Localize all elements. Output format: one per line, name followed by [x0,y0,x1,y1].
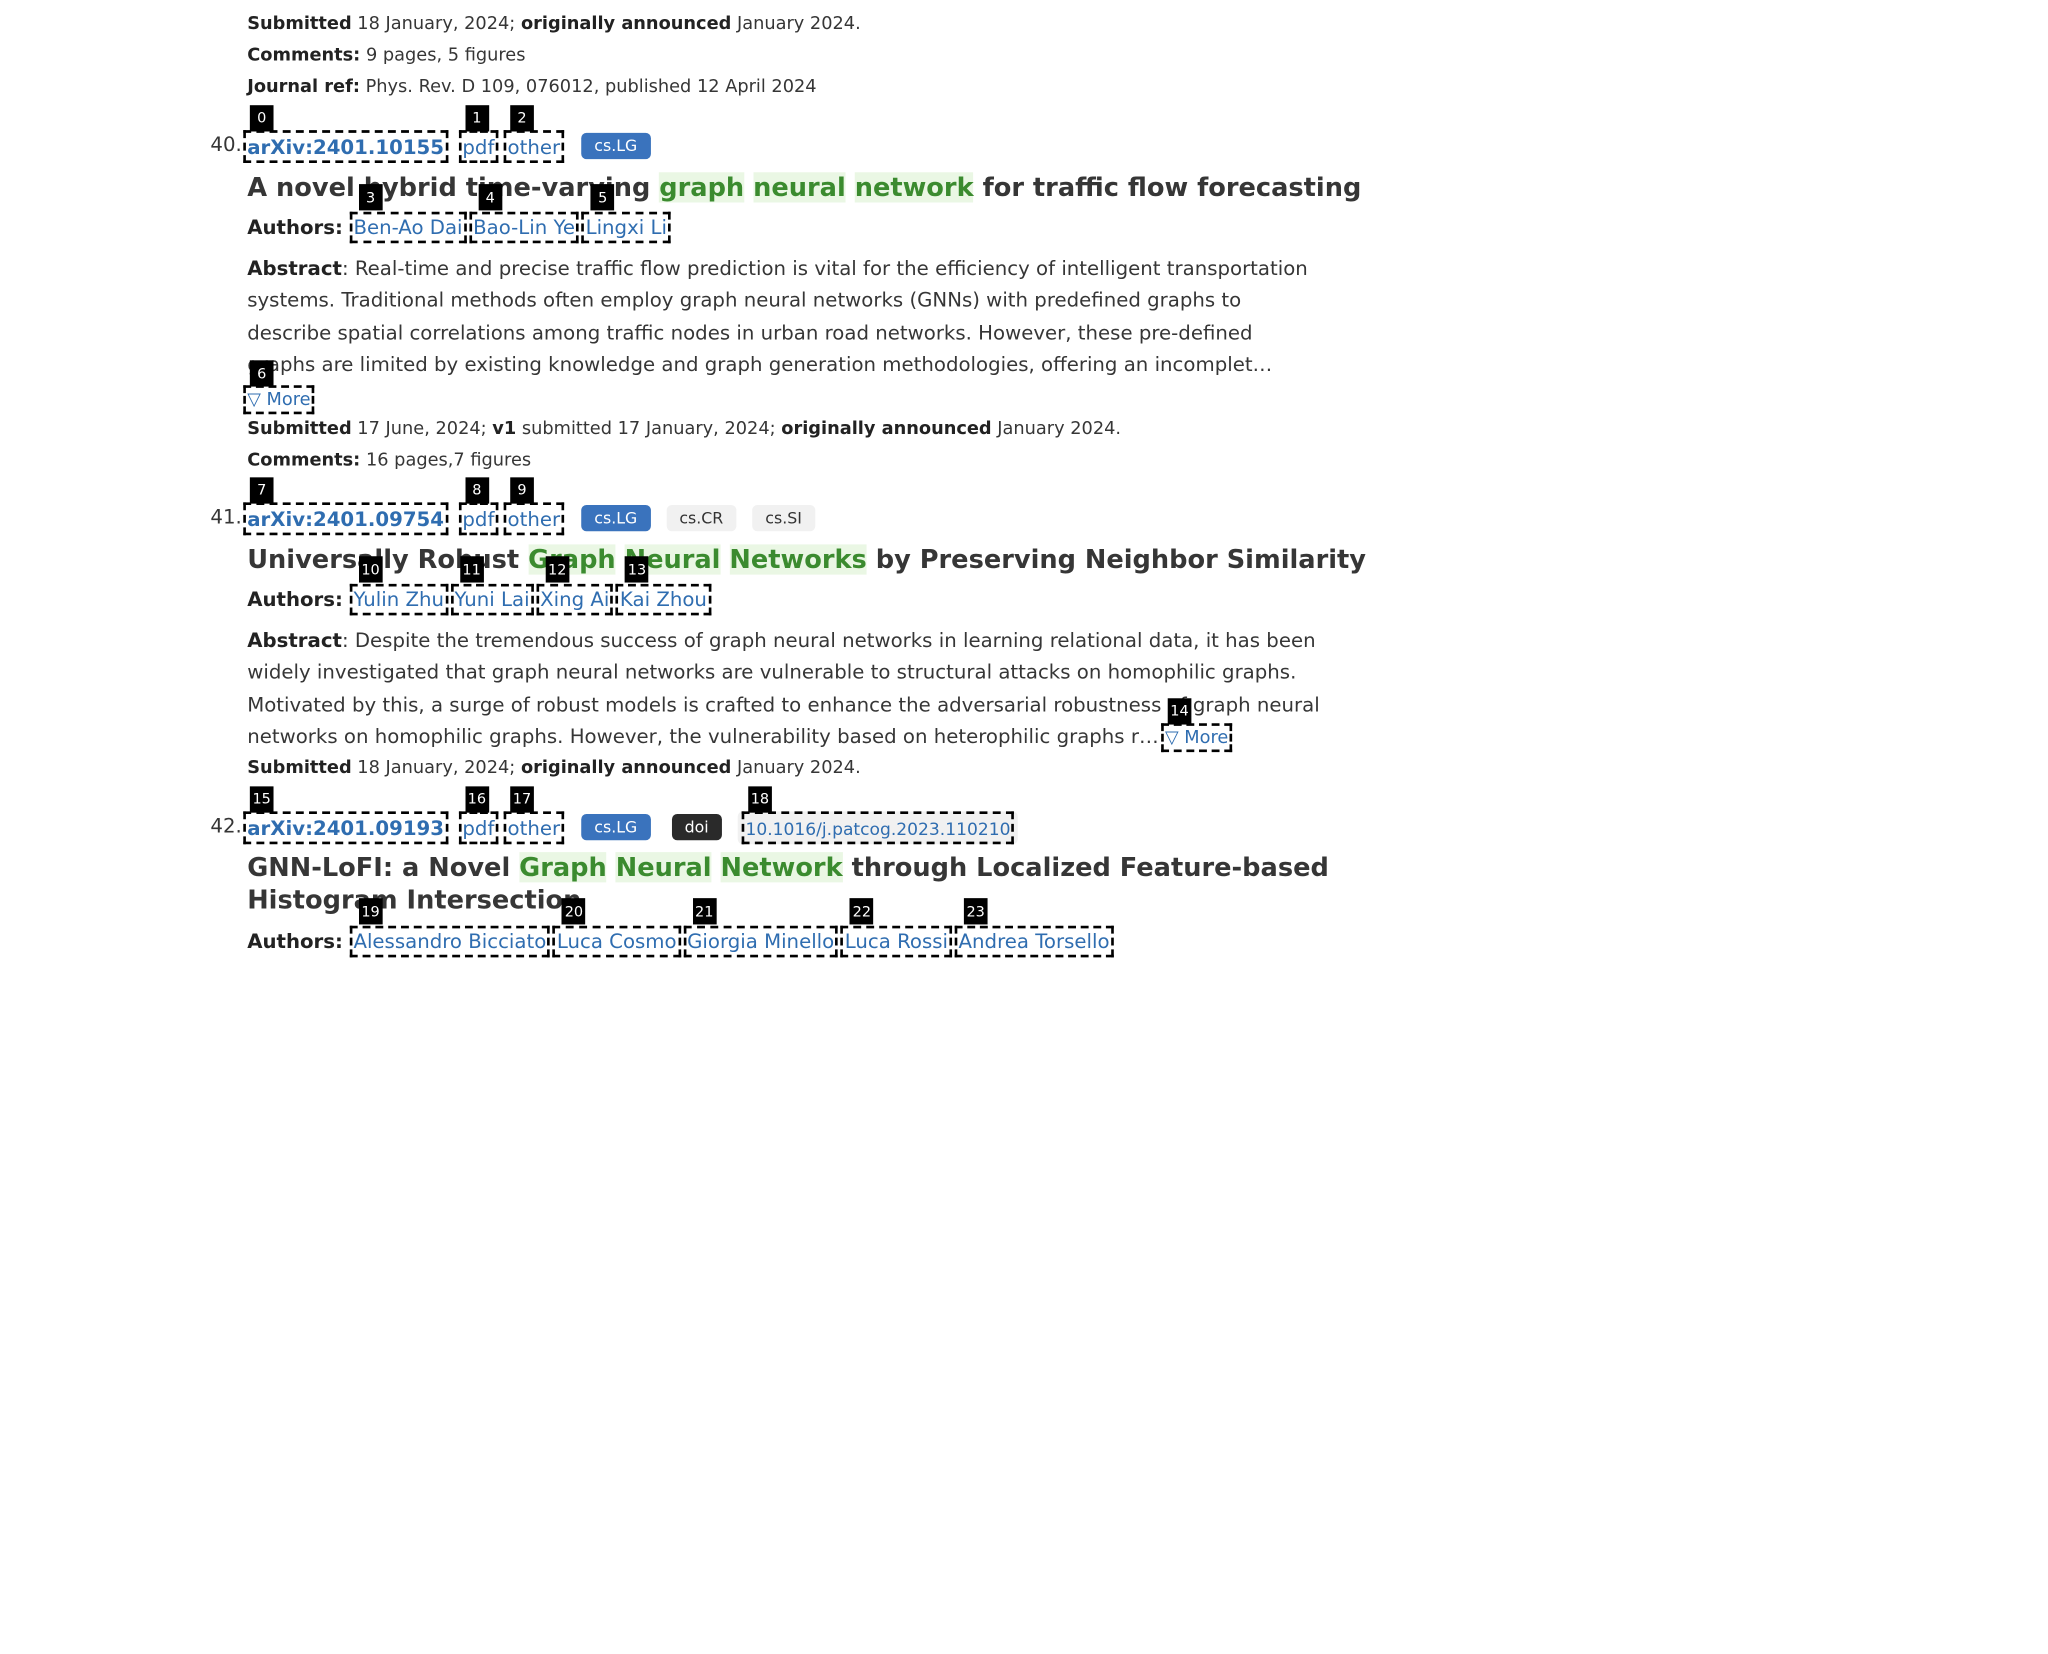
abstract: Abstract: Despite the tremendous success… [247,628,1320,753]
abstract: Abstract: Real-time and precise traffic … [247,256,1308,376]
marker: 20 [562,898,586,925]
more-toggle[interactable]: 14 ▽ More [1161,698,1233,753]
pdf-link-box[interactable]: 1 pdf [458,104,499,163]
result-title: A novel hybrid time-varying graph neural… [247,172,1362,203]
result-number: 40. [210,132,242,157]
arxiv-id-link[interactable]: arXiv:2401.09193 [247,816,444,840]
arxiv-id-link[interactable]: arXiv:2401.10155 [247,135,444,159]
other-link-box[interactable]: 2 other [503,104,565,163]
more-toggle[interactable]: 6 ▽ More [243,360,315,415]
result-id-line: 15 arXiv:2401.09193 16 pdf 17 other cs.LG d… [243,785,1019,844]
marker: 1 [465,104,489,131]
other-link[interactable]: other [508,816,561,840]
author-link-box[interactable]: 3 Ben-Ao Dai [349,184,467,244]
category-tag: cs.LG [581,132,651,160]
other-link[interactable]: other [508,135,561,159]
submitted-line: Submitted 17 June, 2024; v1 submitted 17… [247,418,1122,440]
pdf-link[interactable]: pdf [462,816,494,840]
other-link[interactable]: other [508,507,561,531]
author-link[interactable]: Bao-Lin Ye [473,216,575,240]
category-tag: cs.LG [581,813,651,841]
marker: 5 [590,184,615,211]
author-link[interactable]: Xing Ai [540,588,609,612]
pdf-link-box[interactable]: 16 pdf [458,785,499,844]
marker: 15 [249,785,274,813]
result-id-line: 0 arXiv:2401.10155 1 pdf 2 other cs.LG [243,104,651,163]
marker: 21 [692,898,717,925]
pdf-link[interactable]: pdf [462,507,494,531]
marker: 7 [249,476,274,503]
author-link-box[interactable]: 20 Luca Cosmo [552,898,681,958]
category-tag: cs.SI [752,504,816,532]
result-number: 41. [210,504,242,529]
doi-link[interactable]: 10.1016/j.patcog.2023.110210 [745,820,1010,840]
author-link-box[interactable]: 11 Yuni Lai [450,556,534,616]
author-link[interactable]: Andrea Torsello [959,930,1110,954]
marker: 3 [358,184,383,211]
author-link[interactable]: Luca Rossi [845,930,948,954]
marker: 0 [249,104,274,131]
marker: 8 [465,476,489,503]
marker: 16 [465,785,489,813]
arxiv-id-link-box[interactable]: 15 arXiv:2401.09193 [243,785,448,844]
doi-badge: doi [671,813,722,841]
author-link-box[interactable]: 19 Alessandro Bicciato [349,898,551,958]
marker: 2 [510,104,534,131]
author-link-box[interactable]: 12 Xing Ai [536,556,614,616]
authors-line: Authors: 10 Yulin Zhu 11 Yuni Lai 12 Xing A… [247,556,711,616]
marker: 10 [358,556,383,583]
author-link-box[interactable]: 5 Lingxi Li [581,184,671,244]
author-link[interactable]: Kai Zhou [620,588,707,612]
more-toggle-wrap: 6 ▽ More [243,360,315,415]
marker: 22 [850,898,874,925]
other-link-box[interactable]: 9 other [503,476,565,535]
arxiv-id-link-box[interactable]: 0 arXiv:2401.10155 [243,104,448,163]
prev-comments-line: Comments: 9 pages, 5 figures [247,44,526,66]
marker: 19 [358,898,383,925]
author-link[interactable]: Alessandro Bicciato [353,930,546,954]
marker: 18 [748,785,772,813]
author-link[interactable]: Giorgia Minello [687,930,834,954]
author-link[interactable]: Ben-Ao Dai [353,216,462,240]
author-link-box[interactable]: 13 Kai Zhou [615,556,711,616]
marker: 9 [510,476,534,503]
result-title: Universally Robust Graph Neural Networks… [247,544,1366,575]
arxiv-id-link-box[interactable]: 7 arXiv:2401.09754 [243,476,448,535]
doi-link-wrap: 18 10.1016/j.patcog.2023.110210 [737,785,1019,844]
marker: 4 [478,184,503,211]
author-link-box[interactable]: 21 Giorgia Minello [683,898,839,958]
marker: 17 [510,785,534,813]
pdf-link-box[interactable]: 8 pdf [458,476,499,535]
result-number: 42. [210,813,242,838]
doi-link-box[interactable]: 18 10.1016/j.patcog.2023.110210 [741,785,1015,844]
category-tag: cs.LG [581,504,651,532]
marker: 23 [963,898,988,925]
author-link[interactable]: Lingxi Li [586,216,667,240]
comments-line: Comments: 16 pages,7 figures [247,449,532,471]
arxiv-search-results: Submitted 18 January, 2024; originally a… [0,0,2048,1654]
author-link[interactable]: Luca Cosmo [557,930,677,954]
author-link-box[interactable]: 10 Yulin Zhu [349,556,448,616]
result-id-line: 7 arXiv:2401.09754 8 pdf 9 other cs.LG cs.C… [243,476,816,535]
author-link[interactable]: Yulin Zhu [353,588,444,612]
author-link-box[interactable]: 4 Bao-Lin Ye [469,184,579,244]
arxiv-id-link[interactable]: arXiv:2401.09754 [247,507,444,531]
marker: 6 [249,360,274,387]
marker: 13 [625,556,649,583]
other-link-box[interactable]: 17 other [503,785,565,844]
authors-line: Authors: 19 Alessandro Bicciato 20 Luca Co… [247,898,1114,958]
authors-line: Authors: 3 Ben-Ao Dai 4 Bao-Lin Ye 5 Lingxi… [247,184,671,244]
marker: 12 [545,556,570,583]
result-title: GNN-LoFI: a Novel Graph Neural Network t… [247,852,1329,916]
prev-journal-line: Journal ref: Phys. Rev. D 109, 076012, p… [247,76,817,98]
author-link[interactable]: Yuni Lai [455,588,530,612]
category-tag: cs.CR [666,504,737,532]
author-link-box[interactable]: 22 Luca Rossi [840,898,952,958]
marker: 11 [459,556,484,583]
prev-submitted-line: Submitted 18 January, 2024; originally a… [247,13,861,35]
pdf-link[interactable]: pdf [462,135,494,159]
marker: 14 [1167,698,1192,725]
author-link-box[interactable]: 23 Andrea Torsello [954,898,1114,958]
submitted-line: Submitted 18 January, 2024; originally a… [247,757,861,779]
